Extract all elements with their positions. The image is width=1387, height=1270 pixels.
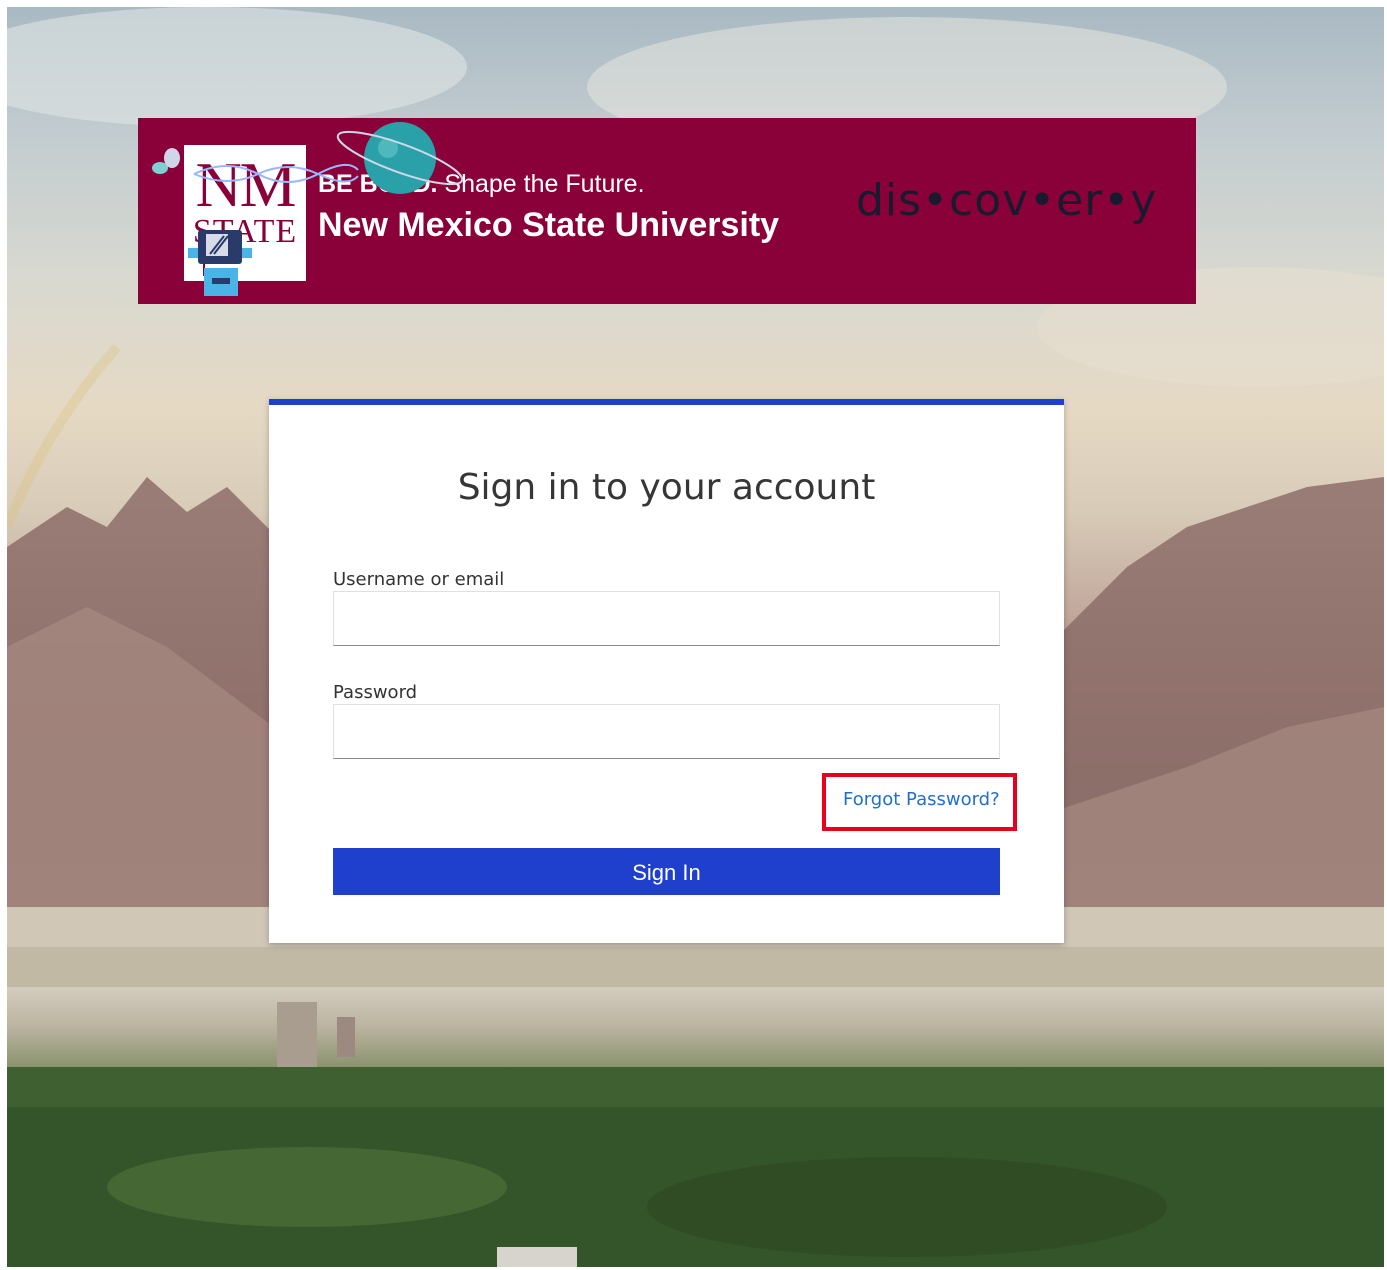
background-photo: NM STATE BE BOLD. Shape the Future. New … [7, 7, 1384, 1267]
nmsu-banner: NM STATE BE BOLD. Shape the Future. New … [138, 118, 1196, 304]
sign-in-button[interactable]: Sign In [333, 848, 1000, 895]
login-card: Sign in to your account Username or emai… [269, 399, 1064, 943]
discovery-wordmark: dis•cov•er•y [856, 175, 1158, 226]
username-label: Username or email [333, 569, 505, 590]
forgot-password-link[interactable]: Forgot Password? [843, 789, 1000, 810]
page-title: Sign in to your account [457, 467, 876, 508]
discovery-artwork [152, 122, 464, 296]
password-label: Password [333, 682, 418, 703]
password-input[interactable] [333, 704, 1000, 759]
username-input[interactable] [333, 591, 1000, 646]
